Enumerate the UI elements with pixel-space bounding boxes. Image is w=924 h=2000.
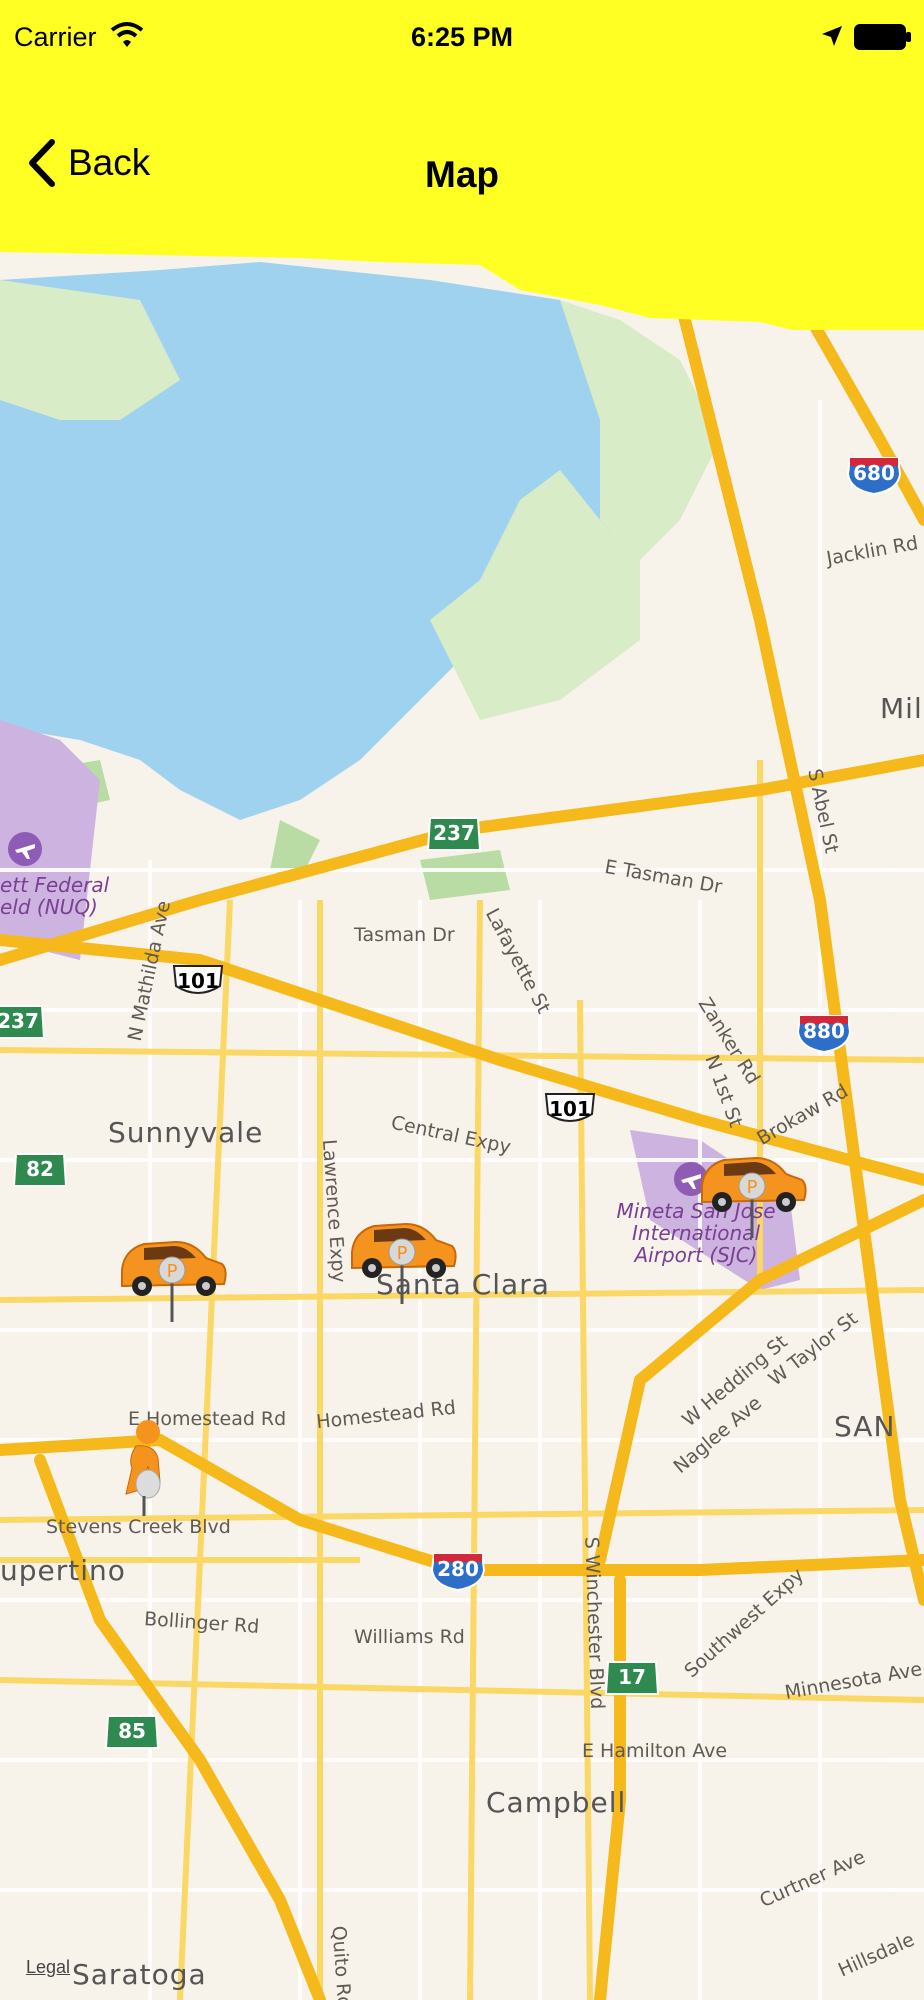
- car-icon: P: [351, 1222, 457, 1304]
- city-label-san-jose: SAN: [834, 1410, 896, 1443]
- state-route-shield: 17: [604, 1660, 660, 1696]
- legal-link[interactable]: Legal: [26, 1957, 70, 1978]
- city-label-campbell: Campbell: [486, 1786, 627, 1819]
- car-icon: P: [121, 1240, 227, 1322]
- page-title: Map: [425, 154, 499, 195]
- state-route-shield: 82: [12, 1152, 68, 1188]
- road-label: Williams Rd: [354, 1626, 465, 1648]
- person-icon: [125, 1420, 161, 1516]
- clock-label: 6:25 PM: [410, 22, 514, 52]
- status-bar: Carrier 6:25 PM: [0, 18, 924, 58]
- state-route-shield: 237: [426, 816, 482, 852]
- airport-icon: [8, 832, 42, 866]
- location-arrow-icon: [822, 26, 842, 46]
- svg-text:P: P: [747, 1177, 758, 1198]
- road-label: Stevens Creek Blvd: [46, 1516, 231, 1538]
- road-label: E Hamilton Ave: [582, 1740, 728, 1762]
- city-label-cupertino: upertino: [0, 1554, 126, 1587]
- interstate-shield: 280: [430, 1552, 486, 1592]
- interstate-shield: 680: [846, 456, 902, 496]
- svg-text:P: P: [397, 1243, 408, 1264]
- battery-icon: [854, 24, 911, 50]
- interstate-shield: 880: [796, 1014, 852, 1054]
- airport-label-nuq: ett Federal eld (NUQ): [0, 873, 110, 919]
- state-route-shield: 85: [104, 1714, 160, 1750]
- city-label-saratoga: Saratoga: [72, 1958, 207, 1991]
- city-label-milpitas: Mil: [880, 692, 923, 725]
- us-route-shield: 101: [170, 964, 226, 1000]
- svg-text:P: P: [167, 1261, 178, 1282]
- us-route-shield: 101: [542, 1092, 598, 1128]
- state-route-shield: 237: [0, 1004, 46, 1040]
- car-icon: P: [701, 1156, 807, 1238]
- city-label-sunnyvale: Sunnyvale: [108, 1116, 264, 1149]
- road-label: Tasman Dr: [354, 924, 455, 946]
